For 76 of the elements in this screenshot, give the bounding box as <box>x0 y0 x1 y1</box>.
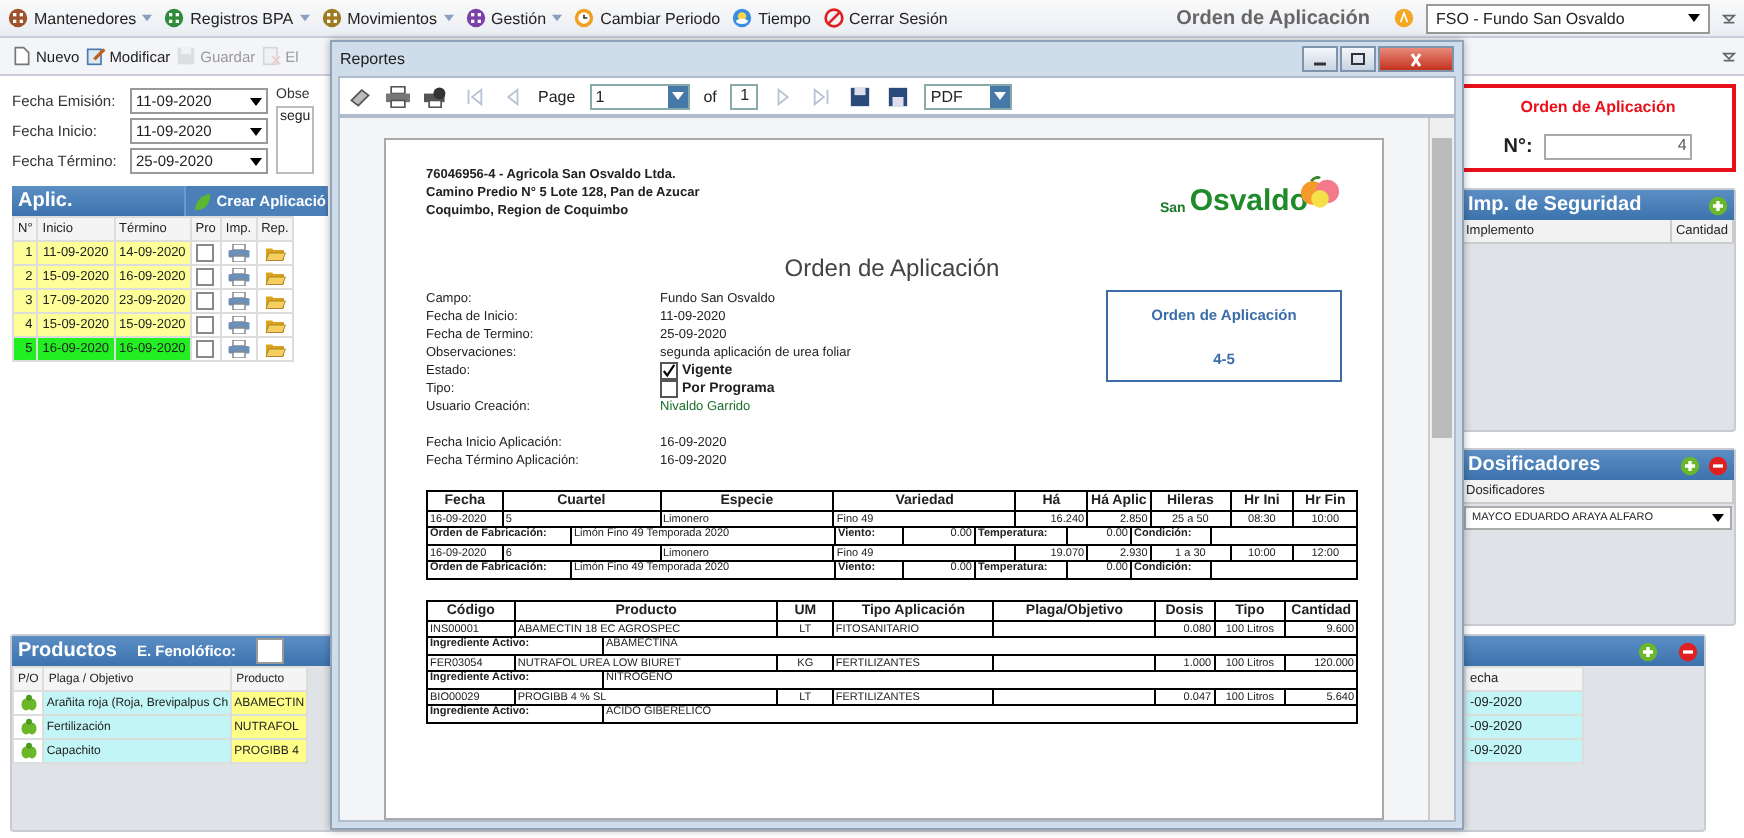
panel-title: Dosificadores <box>1468 454 1601 476</box>
maximize-icon <box>1348 51 1368 67</box>
badge-icon <box>1394 8 1414 28</box>
bug-icon <box>19 742 38 760</box>
menu-item[interactable]: Gestión <box>465 8 563 28</box>
export-icon[interactable] <box>886 85 911 107</box>
window-title: Reportes <box>340 50 405 68</box>
bug-icon <box>19 718 38 736</box>
folder-icon[interactable] <box>263 292 286 310</box>
printer-icon[interactable] <box>227 244 250 262</box>
remove-icon[interactable] <box>1708 455 1728 475</box>
close-icon <box>1406 51 1426 67</box>
input-field[interactable] <box>256 638 285 664</box>
caret-icon <box>671 92 684 100</box>
scrollbar[interactable] <box>1428 118 1454 820</box>
box-title: Orden de Aplicación <box>1520 97 1676 115</box>
checkbox[interactable] <box>196 244 215 262</box>
print-setup-icon[interactable] <box>424 85 448 107</box>
document-icon <box>12 46 32 66</box>
menu-item[interactable]: Tiempo <box>732 8 811 28</box>
bug-icon <box>19 694 38 712</box>
field-label: N°: <box>1503 135 1533 157</box>
menu-item[interactable]: Cerrar Sesión <box>823 8 948 28</box>
page-label: Page <box>538 87 576 105</box>
printer-icon[interactable] <box>227 316 250 334</box>
folder-icon[interactable] <box>263 316 286 334</box>
printer-icon[interactable] <box>386 85 410 107</box>
folder-icon[interactable] <box>263 244 286 262</box>
folder-icon[interactable] <box>263 340 286 358</box>
fundo-select[interactable]: FSO - Fundo San Osvaldo <box>1426 3 1710 33</box>
format-select[interactable]: PDF <box>924 83 1013 109</box>
minimize-button[interactable] <box>1302 46 1338 72</box>
caret-icon <box>443 14 453 22</box>
collapse-icon[interactable] <box>1722 49 1736 63</box>
save-icon[interactable] <box>848 85 873 107</box>
delete-icon <box>261 46 282 66</box>
caret-icon <box>250 127 262 135</box>
eraser-icon[interactable] <box>348 85 372 107</box>
caret-icon <box>142 14 153 22</box>
number-field[interactable]: 4 <box>1544 133 1693 159</box>
of-label: of <box>703 87 717 105</box>
menu-item[interactable]: Registros BPA <box>164 8 310 28</box>
caret-icon <box>250 157 262 165</box>
remove-icon[interactable] <box>1678 641 1698 661</box>
caret-icon <box>250 97 262 105</box>
folder-icon[interactable] <box>263 268 286 286</box>
collapse-icon[interactable] <box>1722 11 1736 25</box>
report-title: Orden de Aplicación <box>782 254 1002 282</box>
printer-icon[interactable] <box>227 292 250 310</box>
caret-icon <box>299 14 310 22</box>
menu-item[interactable]: Cambiar Periodo <box>574 8 721 28</box>
printer-icon[interactable] <box>227 268 250 286</box>
menu-item[interactable]: Movimientos <box>321 8 453 28</box>
add-icon[interactable] <box>1680 455 1700 475</box>
page-title: Orden de Aplicación <box>1176 7 1370 29</box>
add-icon[interactable] <box>1638 641 1658 661</box>
caret-icon <box>1712 514 1724 522</box>
caret-icon <box>552 14 563 22</box>
panel-title: Imp. de Seguridad <box>1468 194 1642 216</box>
checkbox[interactable] <box>196 268 215 286</box>
add-icon[interactable] <box>1708 195 1728 215</box>
caret-icon <box>994 92 1007 100</box>
panel-title: Aplic. <box>18 190 73 212</box>
menu-item[interactable]: Mantenedores <box>8 8 153 28</box>
checkbox[interactable] <box>196 340 215 358</box>
panel-title: Productos <box>18 640 117 662</box>
edit-icon <box>85 46 106 66</box>
checkbox[interactable] <box>196 316 215 334</box>
page-count-field: 1 <box>730 83 759 109</box>
page-select[interactable]: 1 <box>589 83 690 109</box>
checkbox[interactable] <box>196 292 215 310</box>
maximize-button[interactable] <box>1340 46 1376 72</box>
printer-icon[interactable] <box>227 340 250 358</box>
caret-icon <box>1688 14 1700 22</box>
leaf-icon <box>192 191 213 211</box>
close-button[interactable] <box>1378 46 1454 72</box>
